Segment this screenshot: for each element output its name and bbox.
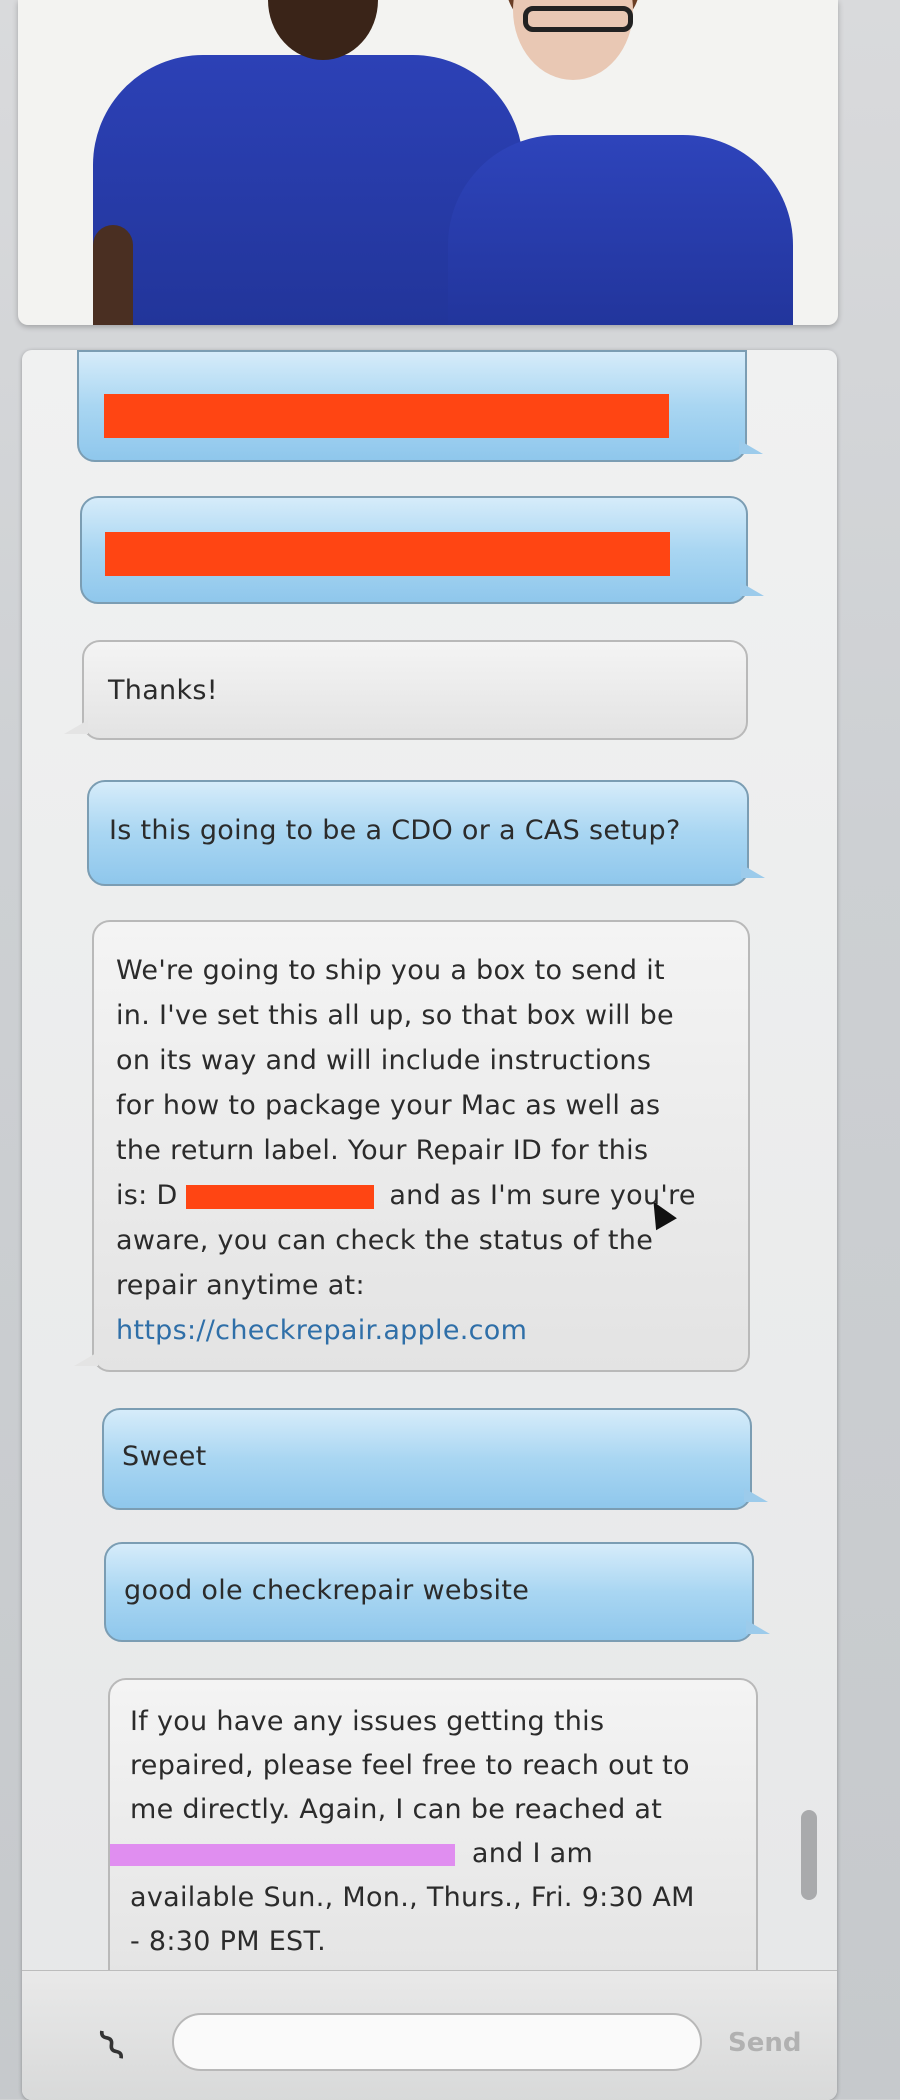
message-line: - 8:30 PM EST. bbox=[130, 1926, 326, 1957]
message-line: We're going to ship you a box to send it bbox=[116, 955, 665, 986]
bubble-tail bbox=[744, 1488, 768, 1502]
message-bubble-outgoing: Is this going to be a CDO or a CAS setup… bbox=[87, 780, 765, 886]
message-text: Sweet bbox=[122, 1441, 207, 1472]
send-button[interactable]: Send bbox=[722, 2027, 807, 2059]
message-bubble-incoming: If you have any issues getting this repa… bbox=[108, 1678, 758, 1998]
message-bubble-incoming: Thanks! bbox=[64, 640, 748, 740]
message-bubble-outgoing: Sweet bbox=[102, 1408, 768, 1510]
message-input[interactable] bbox=[172, 2013, 702, 2071]
message-text: Is this going to be a CDO or a CAS setup… bbox=[109, 815, 681, 846]
bubble-tail bbox=[64, 720, 88, 734]
message-bubble-incoming: We're going to ship you a box to send it… bbox=[74, 920, 750, 1372]
scrollbar-thumb[interactable] bbox=[801, 1810, 817, 1900]
bubble-tail bbox=[74, 1352, 98, 1366]
bubble-tail bbox=[741, 864, 765, 878]
message-line: aware, you can check the status of the bbox=[116, 1225, 654, 1256]
message-line: the return label. Your Repair ID for thi… bbox=[116, 1135, 649, 1166]
message-text: Thanks! bbox=[108, 675, 218, 706]
message-line-rest: and I am bbox=[471, 1838, 594, 1869]
message-line: available Sun., Mon., Thurs., Fri. 9:30 … bbox=[130, 1882, 695, 1913]
advisor-female bbox=[448, 135, 793, 325]
message-line: repaired, please feel free to reach out … bbox=[130, 1750, 690, 1781]
checkrepair-link[interactable]: https://checkrepair.apple.com bbox=[116, 1308, 726, 1353]
chat-transcript[interactable]: Thanks! Is this going to be a CDO or a C… bbox=[22, 350, 837, 2100]
composer-bar: ⌇ Send bbox=[22, 1970, 837, 2100]
message-line: for how to package your Mac as well as bbox=[116, 1090, 661, 1121]
message-line: on its way and will include instructions bbox=[116, 1045, 652, 1076]
message-line: repair anytime at: bbox=[116, 1270, 365, 1301]
redaction-bar bbox=[105, 532, 670, 576]
message-bubble-outgoing bbox=[77, 350, 763, 462]
message-bubble-outgoing: good ole checkrepair website bbox=[104, 1542, 770, 1642]
glasses bbox=[523, 6, 633, 32]
redaction-bar bbox=[186, 1184, 375, 1209]
bubble-tail bbox=[746, 1620, 770, 1634]
email-redaction bbox=[110, 1843, 455, 1866]
advisor-photo bbox=[18, 0, 838, 325]
bubble-tail bbox=[740, 582, 764, 596]
bubble-tail bbox=[739, 440, 763, 454]
redaction-bar bbox=[104, 394, 669, 438]
message-bubble-outgoing bbox=[80, 496, 764, 604]
message-line: and I am bbox=[110, 1832, 736, 1876]
message-line: If you have any issues getting this bbox=[130, 1706, 605, 1737]
repair-id-prefix: is: D bbox=[116, 1180, 178, 1211]
advisor-arm bbox=[93, 225, 133, 325]
message-line: me directly. Again, I can be reached at bbox=[130, 1794, 663, 1825]
paperclip-icon[interactable]: ⌇ bbox=[89, 2019, 136, 2073]
message-line: is: D and as I'm sure you're bbox=[116, 1173, 726, 1218]
message-text: good ole checkrepair website bbox=[124, 1575, 530, 1606]
advisor-male-head bbox=[268, 0, 378, 60]
message-line: in. I've set this all up, so that box wi… bbox=[116, 1000, 674, 1031]
